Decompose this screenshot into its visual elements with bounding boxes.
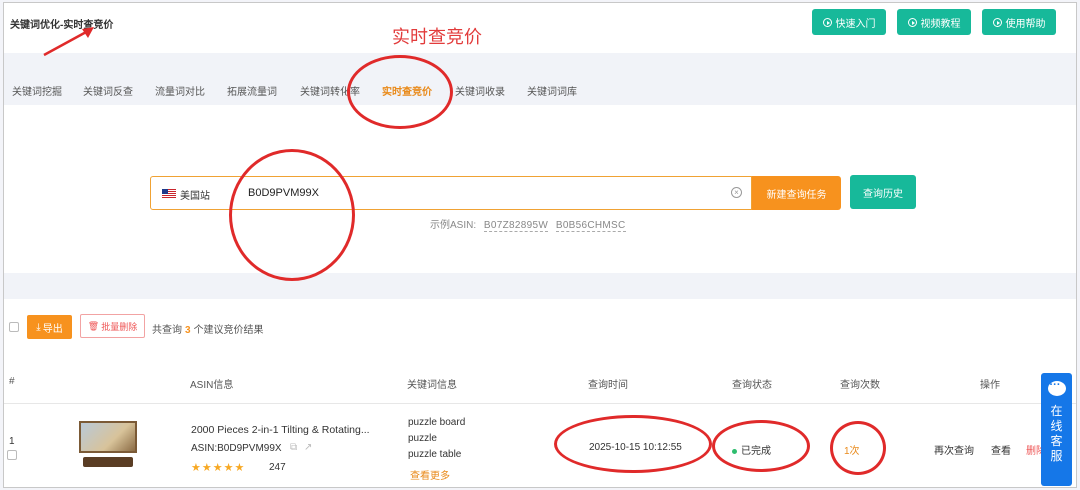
annotation-title: 实时查竞价 <box>392 27 482 48</box>
tab-keyword-reverse[interactable]: 关键词反查 <box>83 83 133 98</box>
col-status: 查询状态 <box>732 380 772 391</box>
quick-start-label: 快速入门 <box>835 18 876 30</box>
video-tutorial-label: 视频教程 <box>920 18 961 30</box>
col-asin: ASIN信息 <box>190 380 234 391</box>
example-asins: 示例ASIN: B07Z82895W B0B56CHMSC <box>430 216 626 232</box>
export-button[interactable]: ⤓ 导出 <box>27 315 72 339</box>
help-icon <box>992 17 1002 27</box>
annotation-arrow-icon <box>43 27 94 57</box>
product-image[interactable] <box>77 417 139 473</box>
count-suffix: 个建议竞价结果 <box>193 325 264 336</box>
keyword-item: puzzle <box>408 433 437 444</box>
help-button[interactable]: 使用帮助 <box>982 9 1056 35</box>
trash-icon: 🗑 <box>87 320 100 331</box>
count-prefix: 共查询 <box>152 325 182 336</box>
tab-bar: 关键词挖掘 关键词反查 流量词对比 拓展流量词 关键词转化率 实时查竞价 关键词… <box>4 53 1076 105</box>
product-asin: ASIN:B0D9PVM99X <box>191 443 282 454</box>
col-times: 查询次数 <box>840 380 880 391</box>
tab-keyword-library[interactable]: 关键词词库 <box>527 83 577 98</box>
col-operations: 操作 <box>980 380 1000 391</box>
batch-delete-button[interactable]: 🗑 批量删除 <box>80 314 145 338</box>
play-icon <box>907 17 917 27</box>
annotation-circle-tab <box>347 55 453 129</box>
play-icon <box>822 17 832 27</box>
requery-link[interactable]: 再次查询 <box>934 442 974 457</box>
download-icon: ⤓ <box>36 321 41 333</box>
select-all-checkbox[interactable] <box>9 322 19 332</box>
product-title[interactable]: 2000 Pieces 2-in-1 Tilting & Rotating... <box>191 424 370 436</box>
examples-label: 示例ASIN: <box>430 220 477 231</box>
new-query-task-button[interactable]: 新建查询任务 <box>752 176 841 210</box>
section-divider <box>4 273 1076 299</box>
keyword-item: puzzle table <box>408 449 462 460</box>
help-label: 使用帮助 <box>1005 18 1046 30</box>
query-history-button[interactable]: 查询历史 <box>850 175 916 209</box>
annotation-circle-times <box>830 421 886 475</box>
search-section: 美国站 B0D9PVM99X × 新建查询任务 查询历史 示例ASIN: B07… <box>4 105 1076 273</box>
table-header: # ASIN信息 关键词信息 查询时间 查询状态 查询次数 操作 <box>4 359 1076 404</box>
site-selector[interactable]: 美国站 <box>180 187 210 202</box>
export-label: 导出 <box>42 323 63 335</box>
tab-keyword-mining[interactable]: 关键词挖掘 <box>12 83 62 98</box>
example-asin-1[interactable]: B07Z82895W <box>483 220 549 232</box>
chat-bubble-icon <box>1047 379 1066 396</box>
count-number: 3 <box>185 325 191 336</box>
copy-icon[interactable]: ⧉ <box>290 442 297 453</box>
col-keywords: 关键词信息 <box>407 380 457 391</box>
result-toolbar: ⤓ 导出 🗑 批量删除 共查询 3 个建议竞价结果 <box>4 299 1076 359</box>
online-service-button[interactable]: 在线客服 <box>1041 373 1072 486</box>
external-link-icon[interactable]: ↗ <box>304 442 312 453</box>
result-count: 共查询 3 个建议竞价结果 <box>152 321 264 336</box>
col-query-time: 查询时间 <box>588 380 628 391</box>
batch-delete-label: 批量删除 <box>101 321 138 332</box>
annotation-circle-status <box>712 420 810 472</box>
annotation-circle-time <box>554 415 712 473</box>
tab-keyword-index[interactable]: 关键词收录 <box>455 83 505 98</box>
keyword-item: puzzle board <box>408 417 466 428</box>
app-window: 关键词优化-实时查竞价 快速入门 视频教程 使用帮助 关键词挖掘 关键词反查 流… <box>3 2 1077 488</box>
annotation-circle-asin <box>229 149 355 281</box>
tab-expand-traffic[interactable]: 拓展流量词 <box>227 83 277 98</box>
rating-stars: ★★★★★ <box>191 462 246 474</box>
row-index: 1 <box>9 436 15 447</box>
tab-traffic-compare[interactable]: 流量词对比 <box>155 83 205 98</box>
quick-start-button[interactable]: 快速入门 <box>812 9 886 35</box>
review-count: 247 <box>269 462 286 473</box>
video-tutorial-button[interactable]: 视频教程 <box>897 9 971 35</box>
col-index: # <box>9 376 15 387</box>
header: 关键词优化-实时查竞价 快速入门 视频教程 使用帮助 <box>4 3 1076 53</box>
example-asin-2[interactable]: B0B56CHMSC <box>555 220 626 232</box>
clear-icon[interactable]: × <box>731 187 742 198</box>
us-flag-icon <box>162 189 176 198</box>
online-service-label: 在线客服 <box>1050 404 1063 463</box>
view-link[interactable]: 查看 <box>991 442 1011 457</box>
view-more-link[interactable]: 查看更多 <box>410 467 450 482</box>
row-checkbox[interactable] <box>7 450 17 460</box>
table-row: 1 2000 Pieces 2-in-1 Tilting & Rotating.… <box>4 405 1076 487</box>
